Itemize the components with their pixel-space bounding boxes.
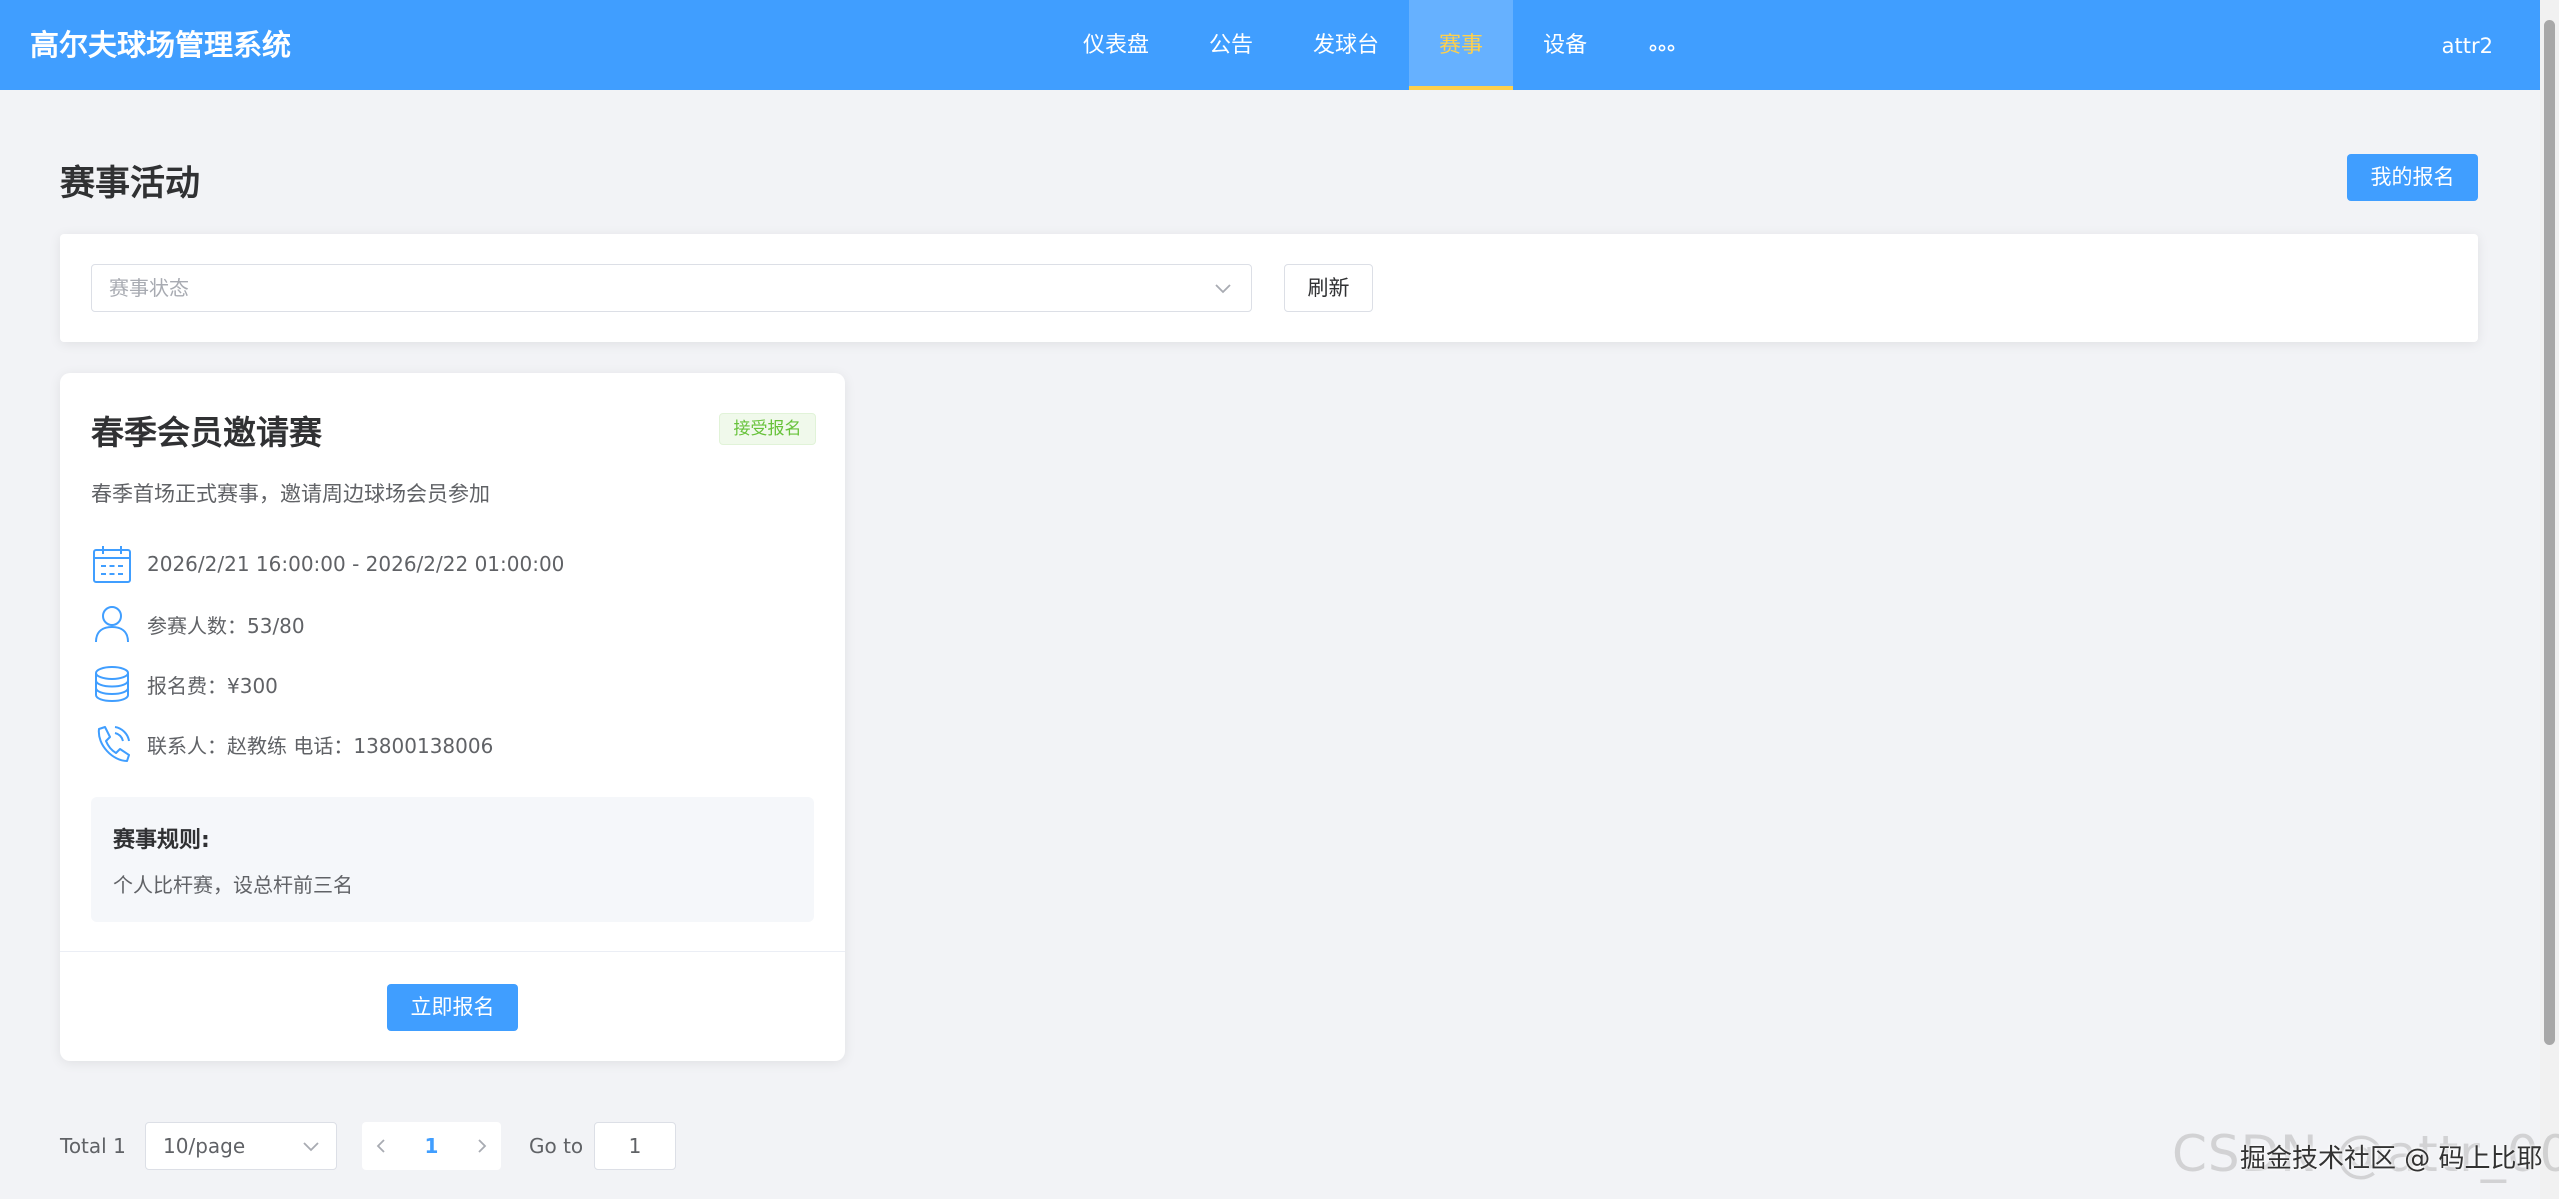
event-fee-row: 报名费：¥300: [91, 662, 278, 706]
scrollbar-thumb[interactable]: [2544, 20, 2555, 1045]
goto-label: Go to: [529, 1134, 584, 1158]
calendar-icon: [93, 546, 131, 583]
pagination-total: Total 1: [60, 1134, 126, 1158]
nav-item-equipment[interactable]: 设备: [1513, 0, 1617, 90]
phone-icon: [97, 726, 130, 762]
main-nav: 仪表盘 公告 发球台 赛事 设备: [1053, 0, 1707, 90]
status-select[interactable]: 赛事状态: [91, 264, 1252, 312]
more-menu-button[interactable]: [1617, 0, 1707, 90]
event-title: 春季会员邀请赛: [91, 413, 322, 452]
ellipsis-icon: [1649, 44, 1675, 51]
chevron-down-icon: [303, 1142, 319, 1152]
page-scrollbar[interactable]: [2540, 0, 2559, 1199]
rules-title: 赛事规则:: [113, 828, 210, 853]
juejin-watermark: 掘金技术社区 @ 码上比耶: [2240, 1144, 2543, 1174]
coins-icon: [95, 666, 129, 703]
nav-item-tee[interactable]: 发球台: [1283, 0, 1409, 90]
status-badge: 接受报名: [719, 413, 816, 445]
page-title: 赛事活动: [60, 164, 201, 204]
user-menu[interactable]: attr2: [2442, 0, 2493, 90]
refresh-button[interactable]: 刷新: [1284, 264, 1373, 312]
app-title: 高尔夫球场管理系统: [30, 28, 292, 62]
chevron-down-icon: [1215, 284, 1231, 294]
my-signup-button[interactable]: 我的报名: [2347, 154, 2478, 201]
event-rules: 赛事规则: 个人比杆赛，设总杆前三名: [91, 797, 814, 922]
filter-bar: 赛事状态 刷新: [60, 234, 2478, 342]
event-contact-row: 联系人：赵教练 电话：13800138006: [91, 722, 493, 766]
goto-page-input[interactable]: 1: [594, 1122, 676, 1170]
event-time-row: 2026/2/21 16:00:00 - 2026/2/22 01:00:00: [91, 542, 564, 586]
event-contact: 联系人：赵教练 电话：13800138006: [147, 733, 494, 758]
event-description: 春季首场正式赛事，邀请周边球场会员参加: [91, 482, 490, 506]
rules-text: 个人比杆赛，设总杆前三名: [113, 873, 353, 897]
nav-item-dashboard[interactable]: 仪表盘: [1053, 0, 1179, 90]
event-participants: 参赛人数：53/80: [147, 613, 305, 638]
user-icon: [95, 606, 129, 643]
event-time: 2026/2/21 16:00:00 - 2026/2/22 01:00:00: [147, 552, 565, 576]
page-size-value: 10/page: [163, 1134, 246, 1158]
chevron-left-icon: [376, 1139, 385, 1153]
nav-item-events[interactable]: 赛事: [1409, 0, 1514, 90]
prev-page-button[interactable]: [362, 1122, 400, 1170]
status-select-placeholder: 赛事状态: [109, 276, 189, 300]
event-card: 春季会员邀请赛 接受报名 春季首场正式赛事，邀请周边球场会员参加 2026/2/…: [60, 373, 845, 1061]
card-divider: [60, 951, 845, 952]
nav-item-announcements[interactable]: 公告: [1179, 0, 1283, 90]
event-participants-row: 参赛人数：53/80: [91, 602, 305, 646]
top-navbar: 高尔夫球场管理系统 仪表盘 公告 发球台 赛事 设备 attr2: [0, 0, 2540, 90]
chevron-right-icon: [478, 1139, 487, 1153]
next-page-button[interactable]: [463, 1122, 501, 1170]
signup-button[interactable]: 立即报名: [387, 984, 518, 1031]
page-size-select[interactable]: 10/page: [145, 1122, 337, 1170]
event-fee: 报名费：¥300: [147, 673, 278, 698]
page-number-current[interactable]: 1: [400, 1122, 463, 1170]
